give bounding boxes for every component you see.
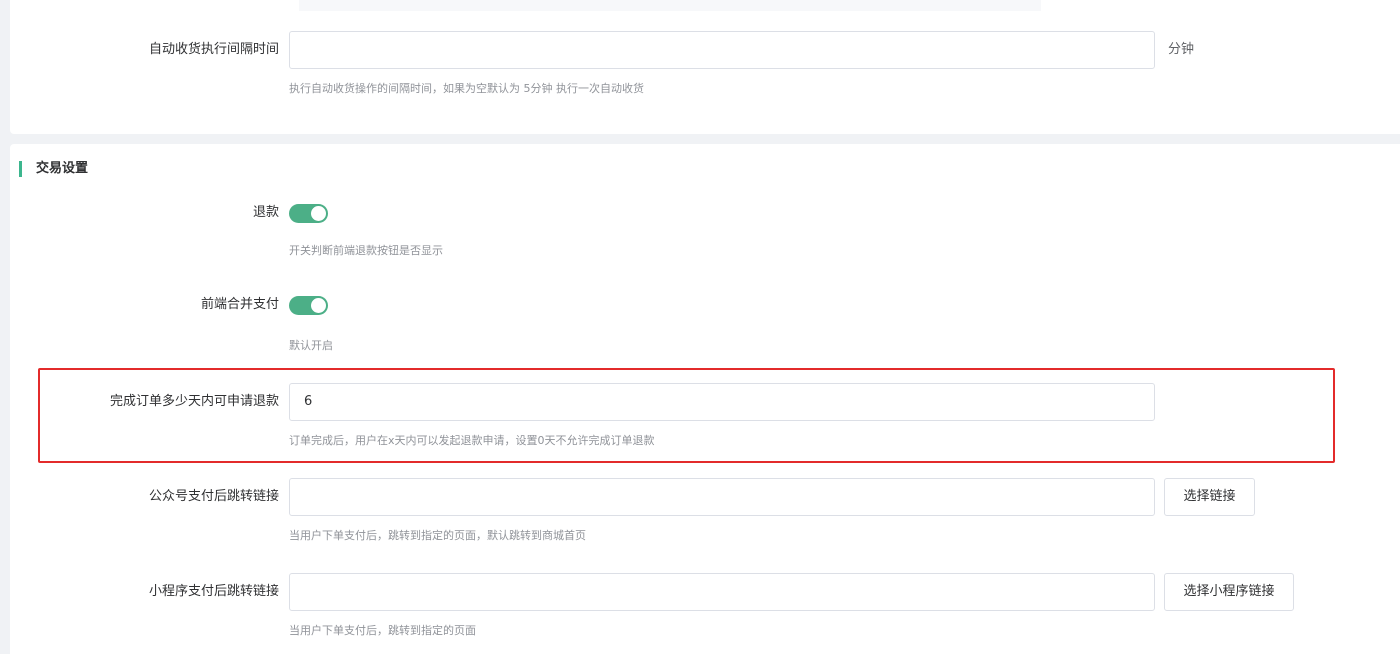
auto-receive-interval-label: 自动收货执行间隔时间 xyxy=(148,42,279,57)
refund-days-label: 完成订单多少天内可申请退款 xyxy=(109,394,279,409)
merge-pay-toggle[interactable] xyxy=(289,296,328,315)
settings-page: 自动收货执行间隔时间 分钟 执行自动收货操作的间隔时间，如果为空默认为 5分钟 … xyxy=(0,0,1400,654)
select-miniapp-link-button[interactable]: 选择小程序链接 xyxy=(1164,573,1294,611)
section-accent-bar xyxy=(19,161,22,177)
minutes-suffix: 分钟 xyxy=(1168,42,1195,57)
trade-settings-title: 交易设置 xyxy=(36,161,89,176)
refund-toggle[interactable] xyxy=(289,204,328,223)
auto-receive-interval-help: 执行自动收货操作的间隔时间，如果为空默认为 5分钟 执行一次自动收货 xyxy=(289,82,644,95)
cut-off-hint-box xyxy=(299,0,1041,11)
mp-redirect-help: 当用户下单支付后，跳转到指定的页面，默认跳转到商城首页 xyxy=(289,529,586,542)
merge-pay-label: 前端合并支付 xyxy=(200,297,279,312)
toggle-knob xyxy=(311,206,326,221)
refund-days-row: 完成订单多少天内可申请退款 6 xyxy=(0,383,1400,421)
auto-receive-interval-row: 自动收货执行间隔时间 分钟 xyxy=(0,31,1400,69)
mp-redirect-input[interactable] xyxy=(289,478,1155,516)
miniapp-redirect-row: 小程序支付后跳转链接 选择小程序链接 xyxy=(0,573,1400,611)
merge-pay-help: 默认开启 xyxy=(289,339,333,352)
merge-pay-row: 前端合并支付 xyxy=(0,294,1400,316)
miniapp-redirect-help: 当用户下单支付后，跳转到指定的页面 xyxy=(289,624,476,637)
toggle-knob xyxy=(311,298,326,313)
refund-days-input[interactable]: 6 xyxy=(289,383,1155,421)
mp-redirect-label: 公众号支付后跳转链接 xyxy=(148,489,279,504)
refund-days-help: 订单完成后，用户在x天内可以发起退款申请，设置0天不允许完成订单退款 xyxy=(289,434,655,447)
select-link-button[interactable]: 选择链接 xyxy=(1164,478,1255,516)
miniapp-redirect-input[interactable] xyxy=(289,573,1155,611)
auto-receive-interval-input[interactable] xyxy=(289,31,1155,69)
miniapp-redirect-label: 小程序支付后跳转链接 xyxy=(148,584,279,599)
refund-row: 退款 xyxy=(0,202,1400,224)
refund-help: 开关判断前端退款按钮是否显示 xyxy=(289,244,443,257)
refund-label: 退款 xyxy=(252,205,279,220)
mp-redirect-row: 公众号支付后跳转链接 选择链接 xyxy=(0,478,1400,516)
